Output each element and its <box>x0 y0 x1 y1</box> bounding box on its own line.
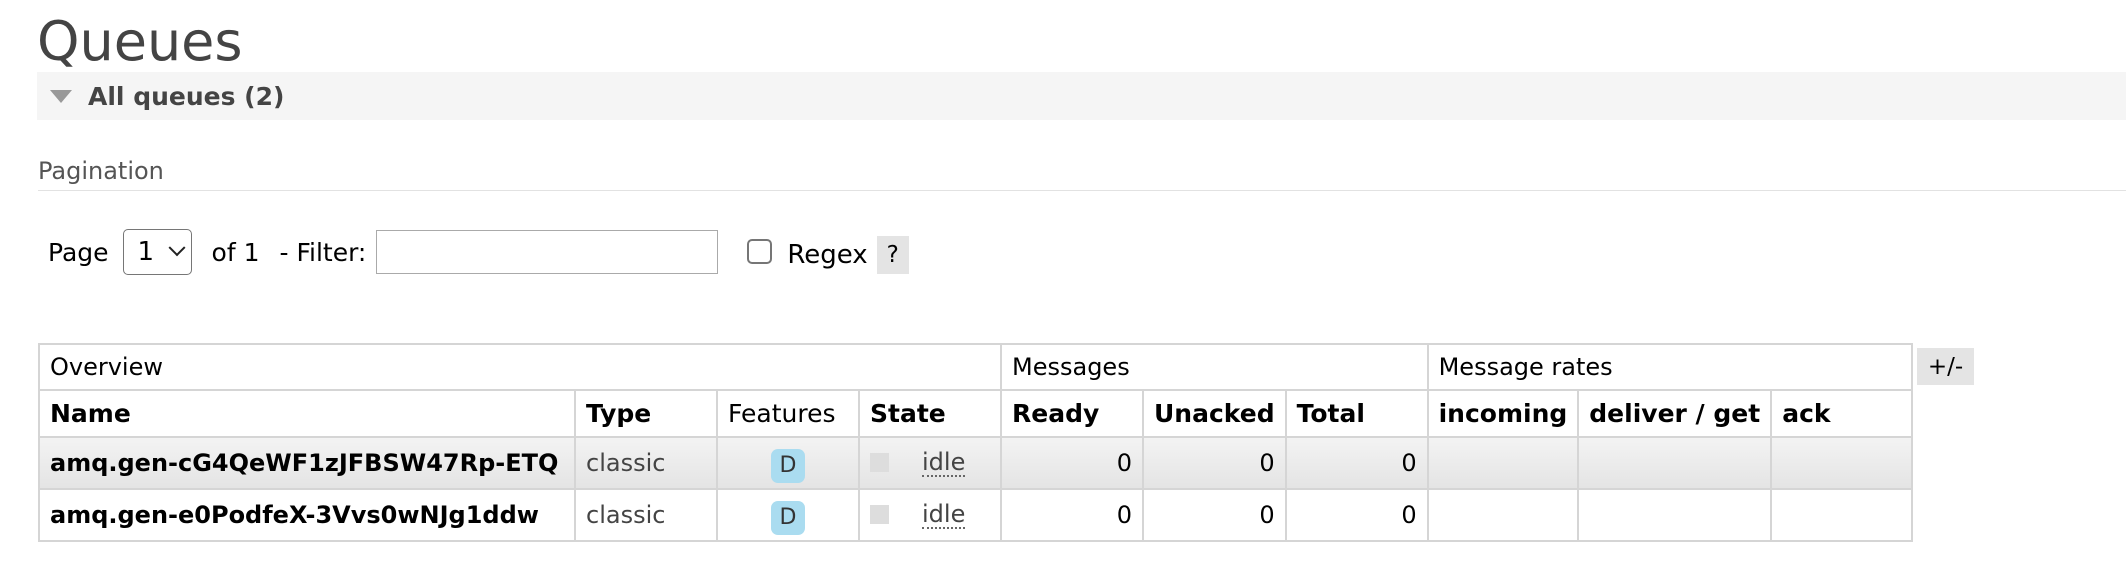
column-header-features: Features <box>716 389 860 438</box>
group-header-messages: Messages <box>1000 343 1429 391</box>
regex-checkbox[interactable] <box>747 239 773 264</box>
pagination-title: Pagination <box>38 157 164 185</box>
state-square-icon <box>870 453 889 473</box>
section-title: All queues (2) <box>88 81 285 111</box>
queues-table: Overview Messages Message rates Name Typ… <box>38 343 1914 542</box>
filter-input[interactable] <box>376 230 719 274</box>
column-header-type[interactable]: Type <box>574 389 718 438</box>
collapse-triangle-icon <box>50 89 72 103</box>
total-count: 0 <box>1284 488 1429 542</box>
page-count-label: of 1 <box>211 237 260 267</box>
column-header-total[interactable]: Total <box>1284 389 1429 438</box>
incoming-rate <box>1426 488 1580 542</box>
page-label: Page <box>48 237 109 267</box>
page-select[interactable]: 1 <box>122 229 192 275</box>
ready-count: 0 <box>1000 488 1144 542</box>
table-row[interactable]: amq.gen-cG4QeWF1zJFBSW47Rp-ETQ classic D… <box>38 436 1914 490</box>
pagination-divider <box>38 190 2126 191</box>
page-title: Queues <box>37 10 243 73</box>
regex-label: Regex <box>787 240 868 270</box>
filter-label: - Filter: <box>279 237 367 267</box>
queue-name-link[interactable]: amq.gen-cG4QeWF1zJFBSW47Rp-ETQ <box>38 436 576 490</box>
column-header-incoming[interactable]: incoming <box>1426 389 1580 438</box>
column-header-ready[interactable]: Ready <box>1000 389 1144 438</box>
durable-badge: D <box>771 449 805 483</box>
deliver-get-rate <box>1577 436 1773 490</box>
regex-help-button[interactable]: ? <box>876 236 909 274</box>
column-header-state[interactable]: State <box>858 389 1002 438</box>
features-cell: D <box>716 436 860 490</box>
incoming-rate <box>1426 436 1580 490</box>
deliver-get-rate <box>1577 488 1773 542</box>
page-select-value: 1 <box>137 237 155 267</box>
state-square-icon <box>870 505 889 525</box>
queue-state: idle <box>922 447 966 478</box>
ack-rate <box>1770 488 1914 542</box>
column-header-deliver-get[interactable]: deliver / get <box>1577 389 1773 438</box>
group-header-overview: Overview <box>38 343 1002 391</box>
column-header-unacked[interactable]: Unacked <box>1142 389 1287 438</box>
all-queues-section-toggle[interactable]: All queues (2) <box>37 72 2126 120</box>
total-count: 0 <box>1284 436 1429 490</box>
queue-state: idle <box>922 499 966 530</box>
pagination-controls: Page 1 of 1 - Filter: Regex ? <box>48 229 909 275</box>
durable-badge: D <box>771 501 805 535</box>
unacked-count: 0 <box>1142 488 1287 542</box>
toggle-columns-button[interactable]: +/- <box>1917 348 1974 385</box>
queue-type: classic <box>574 488 718 542</box>
queue-type: classic <box>574 436 718 490</box>
ack-rate <box>1770 436 1914 490</box>
state-cell: idle <box>858 436 1002 490</box>
column-header-ack[interactable]: ack <box>1770 389 1914 438</box>
chevron-down-icon <box>168 239 186 257</box>
table-row[interactable]: amq.gen-e0PodfeX-3Vvs0wNJg1ddw classic D… <box>38 488 1914 542</box>
unacked-count: 0 <box>1142 436 1287 490</box>
state-cell: idle <box>858 488 1002 542</box>
queue-name-link[interactable]: amq.gen-e0PodfeX-3Vvs0wNJg1ddw <box>38 488 576 542</box>
ready-count: 0 <box>1000 436 1144 490</box>
features-cell: D <box>716 488 860 542</box>
column-header-name[interactable]: Name <box>38 389 576 438</box>
group-header-message-rates: Message rates <box>1426 343 1914 391</box>
